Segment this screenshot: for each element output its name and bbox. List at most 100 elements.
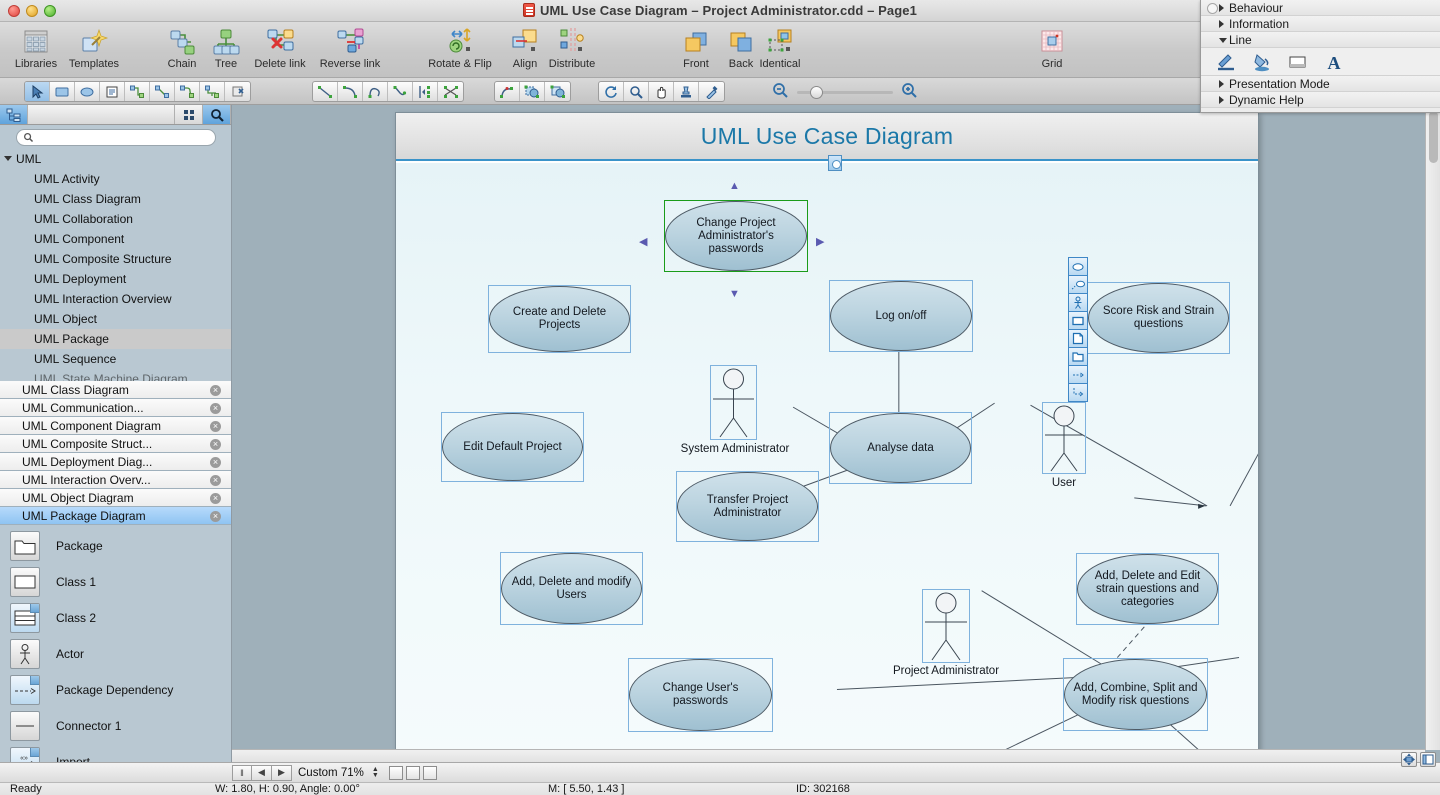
diagram-page[interactable]: UML Use Case Diagram: [395, 112, 1259, 760]
sidebar-item-uml-composite-structure[interactable]: UML Composite Structure: [0, 249, 231, 269]
use-case-transfer-project-administrator[interactable]: Transfer Project Administrator: [677, 472, 818, 541]
use-case-change-project-administrators-passwords[interactable]: Change Project Administrator's passwords: [665, 201, 807, 271]
next-page-icon[interactable]: ▶: [272, 765, 292, 781]
sidebar-item-uml-object[interactable]: UML Object: [0, 309, 231, 329]
system-boundary-icon[interactable]: [1068, 311, 1088, 330]
radio-indicator-icon[interactable]: [1207, 3, 1218, 14]
line-tool-icon[interactable]: [313, 82, 338, 101]
zoom-level-label[interactable]: Custom 71%: [298, 767, 364, 779]
view-multi-icon[interactable]: [423, 766, 437, 780]
refresh-icon[interactable]: [599, 82, 624, 101]
zoom-out-icon[interactable]: [772, 82, 789, 102]
zoom-tool-icon[interactable]: [624, 82, 649, 101]
subtract-shapes-icon[interactable]: [545, 82, 570, 101]
inspector-section-line[interactable]: Line: [1201, 32, 1440, 48]
rounded-connector-icon[interactable]: [175, 82, 200, 101]
close-icon[interactable]: ×: [210, 493, 221, 504]
list-item[interactable]: UML Package Diagram×: [0, 507, 231, 525]
actor-user[interactable]: [1042, 402, 1086, 474]
horizontal-scrollbar[interactable]: [232, 749, 1425, 762]
inspector-section-presentation-mode[interactable]: Presentation Mode: [1201, 76, 1440, 92]
list-item[interactable]: UML Interaction Overv...×: [0, 471, 231, 489]
connector-arrow-icon[interactable]: [1068, 383, 1088, 402]
eyedropper-icon[interactable]: [699, 82, 724, 101]
connector-endpoint-icon[interactable]: [225, 82, 250, 101]
close-icon[interactable]: ×: [210, 457, 221, 468]
sidebar-item-uml-component[interactable]: UML Component: [0, 229, 231, 249]
sidebar-item-uml-interaction-overview[interactable]: UML Interaction Overview: [0, 289, 231, 309]
rectangle-icon[interactable]: [50, 82, 75, 101]
shape-item-actor[interactable]: Actor: [0, 636, 231, 672]
vertical-scrollbar-thumb[interactable]: [1429, 111, 1438, 163]
sidebar-item-uml-collaboration[interactable]: UML Collaboration: [0, 209, 231, 229]
toolbar-button-rotate-flip[interactable]: Rotate & Flip: [420, 25, 500, 77]
selection-handle[interactable]: [828, 155, 842, 171]
actor-system-administrator[interactable]: [710, 365, 757, 440]
page-body[interactable]: ▲ ◀ ▶ ▼ Change Project Administrator's p…: [396, 163, 1258, 761]
tree-root-uml[interactable]: UML: [0, 149, 231, 169]
actor-project-administrator[interactable]: [922, 589, 970, 663]
use-case-analyse-data[interactable]: Analyse data: [830, 413, 971, 483]
extension-point-icon[interactable]: [1068, 275, 1088, 294]
text-block-icon[interactable]: [100, 82, 125, 101]
use-case-add-combine-split-and-modify-risk-questions[interactable]: Add, Combine, Split and Modify risk ques…: [1064, 659, 1207, 730]
toolbar-button-templates[interactable]: Templates: [62, 25, 126, 77]
hand-pan-icon[interactable]: [649, 82, 674, 101]
close-icon[interactable]: ×: [210, 385, 221, 396]
note-icon[interactable]: [1068, 329, 1088, 348]
zoom-slider-thumb[interactable]: [810, 86, 823, 99]
shape-item-package[interactable]: Package: [0, 528, 231, 564]
view-double-icon[interactable]: [406, 766, 420, 780]
close-icon[interactable]: ×: [210, 439, 221, 450]
view-single-icon[interactable]: [389, 766, 403, 780]
use-case-oval-icon[interactable]: [1068, 257, 1088, 276]
close-icon[interactable]: ×: [210, 403, 221, 414]
rotate-points-icon[interactable]: [495, 82, 520, 101]
list-item[interactable]: UML Composite Struct...×: [0, 435, 231, 453]
shape-item-class2[interactable]: Class 2: [0, 600, 231, 636]
sidebar-item-uml-activity[interactable]: UML Activity: [0, 169, 231, 189]
toolbar-button-delete-link[interactable]: Delete link: [244, 25, 316, 77]
shape-item-connector1[interactable]: Connector 1: [0, 708, 231, 744]
use-case-add-delete-and-edit-strain-questions-and-categories[interactable]: Add, Delete and Edit strain questions an…: [1077, 554, 1218, 624]
list-item[interactable]: UML Class Diagram×: [0, 381, 231, 399]
pen-line-icon[interactable]: [1215, 51, 1237, 73]
zoom-slider[interactable]: [797, 84, 893, 101]
toolbar-button-libraries[interactable]: Libraries: [4, 25, 68, 77]
use-case-change-users-passwords[interactable]: Change User's passwords: [629, 659, 772, 731]
fit-window-icon[interactable]: [1401, 752, 1417, 767]
trim-icon[interactable]: [438, 82, 463, 101]
sidebar-item-uml-state-machine-diagram[interactable]: UML State Machine Diagram: [0, 369, 231, 381]
pointer-icon[interactable]: [25, 82, 50, 101]
pause-icon[interactable]: ‖: [232, 765, 252, 781]
shadow-box-icon[interactable]: [1287, 51, 1309, 73]
toolbar-button-reverse-link[interactable]: Reverse link: [312, 25, 388, 77]
toolbar-button-grid[interactable]: Grid: [1020, 25, 1084, 77]
direct-connector-icon[interactable]: [150, 82, 175, 101]
toolbar-button-identical[interactable]: Identical: [748, 25, 812, 77]
canvas-shape-palette[interactable]: [1068, 257, 1088, 401]
tree-connector-icon[interactable]: [200, 82, 225, 101]
list-item[interactable]: UML Component Diagram×: [0, 417, 231, 435]
sidebar-item-uml-sequence[interactable]: UML Sequence: [0, 349, 231, 369]
search-input[interactable]: [16, 129, 216, 146]
inspector-section-dynamic-help[interactable]: Dynamic Help: [1201, 92, 1440, 108]
close-icon[interactable]: ×: [210, 421, 221, 432]
sidebar-item-uml-deployment[interactable]: UML Deployment: [0, 269, 231, 289]
use-case-edit-default-project[interactable]: Edit Default Project: [442, 413, 583, 481]
close-icon[interactable]: ×: [210, 511, 221, 522]
list-item[interactable]: UML Communication...×: [0, 399, 231, 417]
use-case-score-risk-and-strain-questions[interactable]: Score Risk and Strain questions: [1088, 283, 1229, 353]
close-icon[interactable]: ×: [210, 475, 221, 486]
text-format-icon[interactable]: A: [1323, 51, 1345, 73]
right-angle-connector-icon[interactable]: [125, 82, 150, 101]
search-icon[interactable]: [203, 105, 231, 124]
use-case-create-and-delete-projects[interactable]: Create and Delete Projects: [489, 286, 630, 352]
inspector-section-behaviour[interactable]: Behaviour: [1201, 0, 1440, 16]
edit-points-icon[interactable]: [413, 82, 438, 101]
shape-item-package-dependency[interactable]: Package Dependency: [0, 672, 231, 708]
arc-tool-icon[interactable]: [338, 82, 363, 101]
zoom-in-icon[interactable]: [901, 82, 918, 102]
shape-item-class1[interactable]: Class 1: [0, 564, 231, 600]
sidebar-item-uml-class-diagram[interactable]: UML Class Diagram: [0, 189, 231, 209]
